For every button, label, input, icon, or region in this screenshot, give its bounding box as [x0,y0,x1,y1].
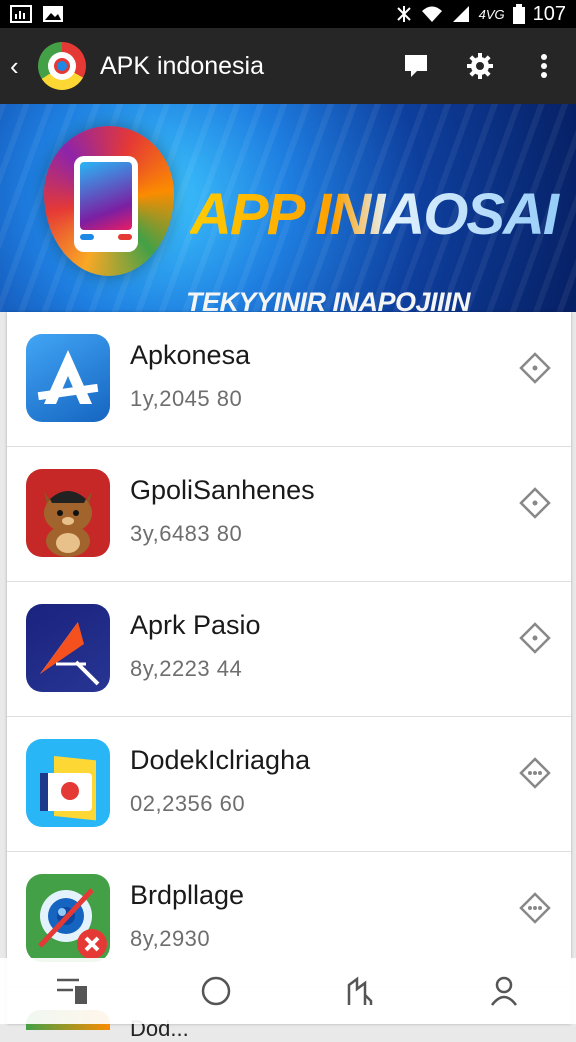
status-time: 107 [532,2,566,25]
diamond-dot-icon[interactable] [519,487,551,519]
phone-buttons [80,234,132,240]
app-name: DodekIclriagha [130,745,311,775]
overflow-menu-button[interactable] [512,28,576,104]
home-circle-icon [201,976,231,1006]
diamond-more-icon[interactable] [519,757,551,789]
list-item[interactable]: Apkonesa 1y,2045 80 [7,312,571,447]
app-meta: 1y,2045 80 [130,386,243,411]
app-meta: 3y,6483 80 [130,521,243,546]
diamond-more-icon[interactable] [519,892,551,924]
compass-a-icon [26,604,110,692]
app-meta: 8y,2223 44 [130,656,243,681]
vibrate-icon [396,6,411,22]
status-right: 4VG 107 [395,3,566,26]
app-logo-icon [38,42,86,90]
gear-icon [467,53,493,79]
diamond-dot-icon[interactable] [519,352,551,384]
network-type: 4VG [478,6,505,22]
message-button[interactable] [384,28,448,104]
settings-button[interactable] [448,28,512,104]
a-letter-icon [26,334,110,422]
nav-home[interactable] [186,961,246,1021]
folder-icon [26,739,110,827]
list-item[interactable]: DodekIclriagha 02,2356 60 [7,717,571,852]
phone-icon [74,156,138,252]
wifi-icon [421,6,442,22]
bottom-navigation [0,958,576,1024]
battery-icon [512,4,525,24]
more-vert-icon [541,54,547,78]
user-icon [491,976,517,1006]
signal-icon [452,6,469,22]
promo-banner[interactable]: APP INIAOSAI TEKYYINIR INAPOJIIIN [0,104,576,312]
chart-notification-icon [10,5,32,23]
app-bar: ‹ APK indonesia [0,28,576,104]
app-meta: 8y,2930 [130,926,211,951]
message-icon [405,55,427,77]
phone-screen [80,162,132,230]
cat-icon [26,469,110,557]
app-name: Aprk Pasio [130,610,261,640]
nav-recent[interactable] [42,961,102,1021]
status-left [10,5,64,23]
back-button[interactable]: ‹ [10,53,36,79]
app-name: Brdpllage [130,880,245,910]
nav-profile[interactable] [474,961,534,1021]
nav-apps[interactable] [330,961,390,1021]
status-bar: 4VG 107 [0,0,576,28]
app-title: APK indonesia [100,51,265,80]
image-notification-icon [43,6,63,22]
diamond-dot-icon[interactable] [519,622,551,654]
app-name: GpoliSanhenes [130,475,315,505]
app-name: Apkonesa [130,340,251,370]
recent-apps-icon [57,978,87,1004]
banner-subline: TEKYYINIR INAPOJIIIN [186,287,471,312]
list-item[interactable]: Aprk Pasio 8y,2223 44 [7,582,571,717]
app-meta: 02,2356 60 [130,791,246,816]
bag-icon [347,976,373,1005]
list-item[interactable]: GpoliSanhenes 3y,6483 80 [7,447,571,582]
camera-icon [26,874,110,962]
banner-headline: APP INIAOSAI [190,186,570,244]
app-list: Apkonesa 1y,2045 80 GpoliSanhenes 3y,648… [7,312,571,1024]
